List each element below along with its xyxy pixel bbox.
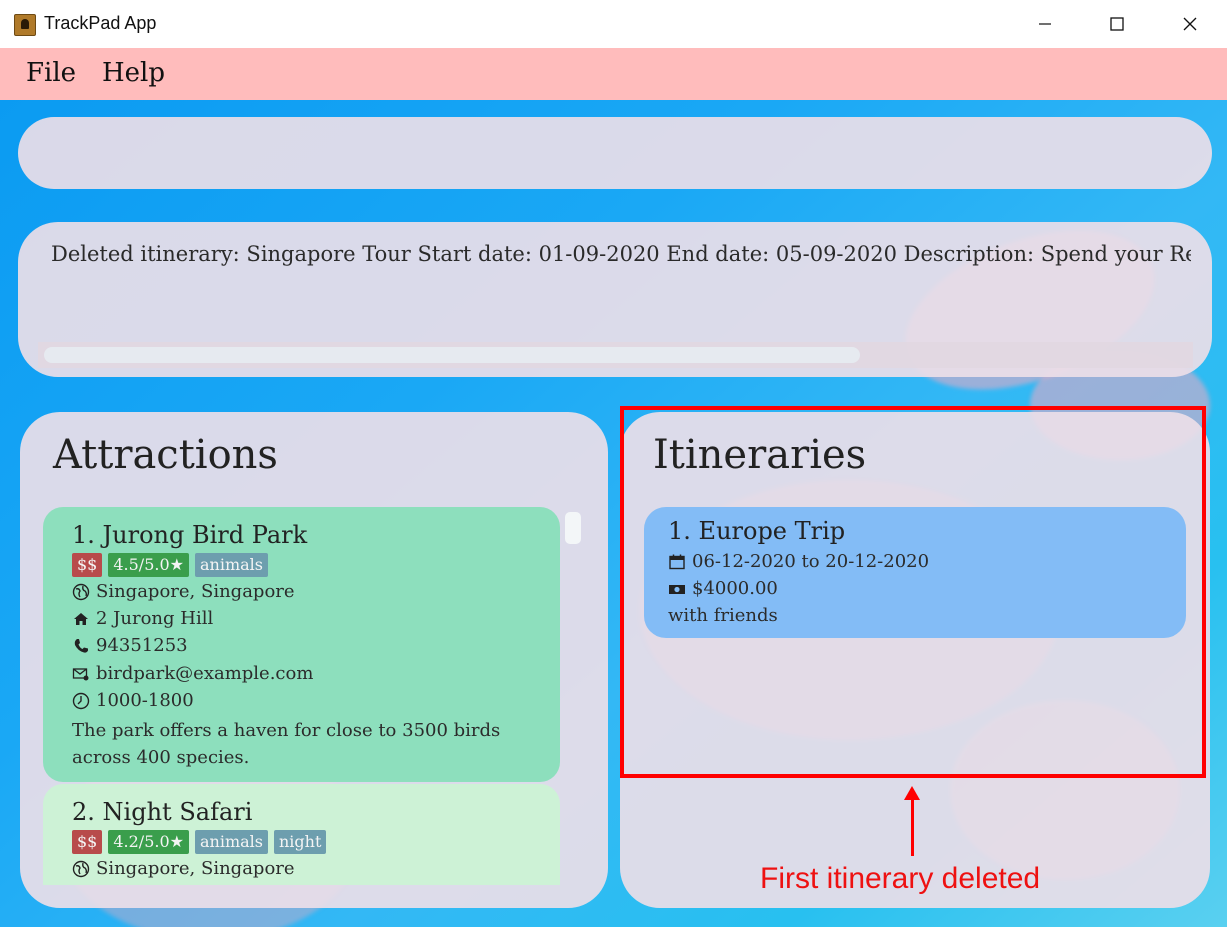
result-display: Deleted itinerary: Singapore Tour Start … [18,222,1212,377]
tag-badge: animals [194,830,268,854]
scrollbar-thumb[interactable] [44,347,860,363]
attraction-email: birdpark@example.com [72,663,313,684]
annotation-arrow [911,798,914,856]
close-button[interactable] [1155,0,1225,48]
attraction-name: Night Safari [102,798,253,826]
tag-badge: night [273,830,327,854]
tag-badge: animals [194,553,268,577]
result-horizontal-scrollbar[interactable] [38,342,1193,368]
result-text: Deleted itinerary: Singapore Tour Start … [51,242,1191,266]
attractions-heading: Attractions [53,432,278,478]
attractions-list[interactable]: 1. Jurong Bird Park $$ 4.5/5.0★ animals … [43,507,583,885]
price-badge: $$ [72,553,103,577]
attraction-index: 1. [72,521,95,549]
phone-icon [74,638,88,653]
location-text: Singapore, Singapore [96,858,295,879]
annotation-label: First itinerary deleted [760,862,1041,895]
home-icon [74,612,88,625]
attraction-index: 2. [72,798,95,826]
close-icon [1183,17,1197,31]
minimize-icon [1039,23,1051,25]
clock-icon [72,692,90,709]
app-icon [14,14,36,36]
attraction-card[interactable]: 2. Night Safari $$ 4.2/5.0★ animals nigh… [43,784,560,885]
title-bar: TrackPad App [0,0,1227,49]
command-box[interactable] [18,117,1212,189]
attraction-title: 1. Jurong Bird Park [72,521,307,549]
attraction-phone: 94351253 [72,635,188,656]
attraction-title: 2. Night Safari [72,798,252,826]
maximize-button[interactable] [1082,0,1152,48]
attraction-hours: 1000-1800 [72,690,194,711]
minimize-button[interactable] [1010,0,1080,48]
attraction-address: 2 Jurong Hill [72,608,213,629]
phone-text: 94351253 [96,635,188,656]
address-text: 2 Jurong Hill [96,608,214,629]
attractions-panel: Attractions 1. Jurong Bird Park $$ 4.5/5… [20,412,608,908]
window-title: TrackPad App [44,13,157,33]
attraction-badges: $$ 4.2/5.0★ animals night [72,830,327,854]
globe-icon [72,583,90,600]
maximize-icon [1110,17,1124,31]
annotation-highlight-box [620,406,1206,778]
attractions-scrollbar-thumb[interactable] [565,512,581,544]
attraction-name: Jurong Bird Park [102,521,308,549]
attraction-badges: $$ 4.5/5.0★ animals [72,553,268,577]
price-badge: $$ [72,830,103,854]
rating-badge: 4.2/5.0★ [108,830,189,854]
attraction-location: Singapore, Singapore [72,581,295,602]
attraction-location: Singapore, Singapore [72,858,295,879]
menu-help[interactable]: Help [102,58,165,88]
attraction-card[interactable]: 1. Jurong Bird Park $$ 4.5/5.0★ animals … [43,507,560,782]
email-text: birdpark@example.com [96,663,314,684]
attraction-description: The park offers a haven for close to 350… [72,720,501,768]
hours-text: 1000-1800 [96,690,194,711]
menu-file[interactable]: File [26,58,76,88]
rating-badge: 4.5/5.0★ [108,553,189,577]
globe-icon [72,860,90,877]
menu-bar: File Help [0,48,1227,100]
email-icon [72,667,89,680]
location-text: Singapore, Singapore [96,581,295,602]
